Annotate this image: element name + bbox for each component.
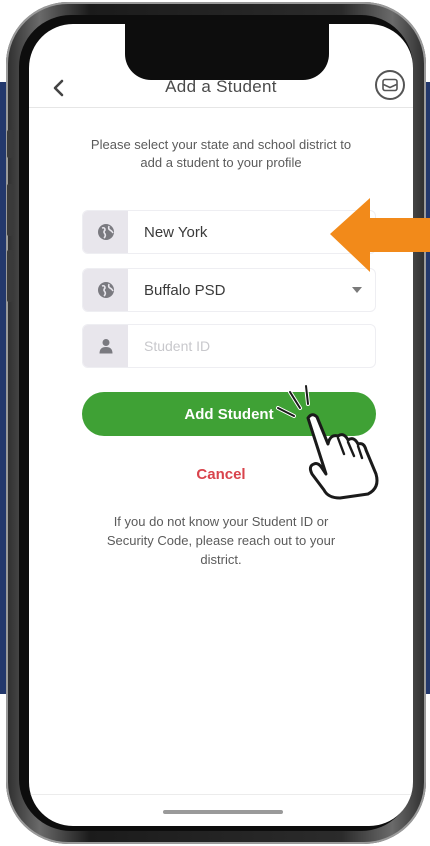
globe-icon	[97, 282, 114, 298]
student-id-field[interactable]	[82, 324, 376, 368]
mail-icon	[382, 78, 398, 92]
volume-up-button	[7, 184, 13, 236]
student-id-input[interactable]	[128, 325, 375, 367]
pointer-arrow-icon	[330, 198, 430, 272]
person-icon	[99, 339, 112, 354]
instructions-text: Please select your state and school dist…	[90, 137, 352, 170]
district-value: Buffalo PSD	[144, 281, 226, 299]
stage: Add a Student Please select your state a…	[0, 0, 430, 846]
globe-icon	[97, 224, 114, 240]
district-icon-box	[83, 269, 128, 311]
bottom-divider	[29, 794, 413, 795]
volume-down-button	[7, 250, 13, 302]
mute-switch	[7, 130, 13, 158]
student-id-icon-box	[83, 325, 128, 367]
caret-down-icon	[352, 287, 362, 293]
home-indicator	[163, 810, 283, 814]
header-divider	[29, 107, 413, 108]
app-header: Add a Student	[29, 68, 413, 108]
page-title: Add a Student	[165, 77, 277, 96]
tap-hand-icon	[276, 384, 379, 500]
help-text: If you do not know your Student ID or Se…	[106, 514, 336, 567]
state-icon-box	[83, 211, 128, 253]
mail-button[interactable]	[375, 70, 405, 100]
